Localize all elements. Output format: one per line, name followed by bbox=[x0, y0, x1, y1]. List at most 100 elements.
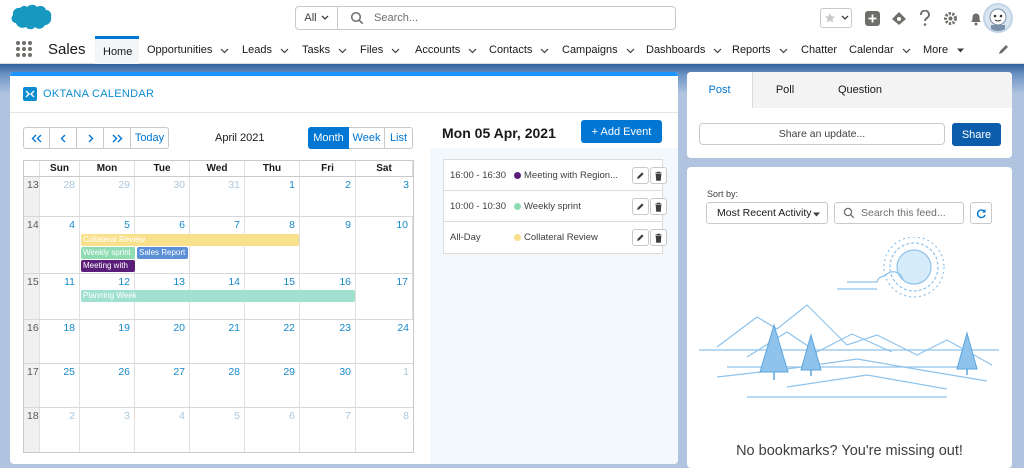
nav-item-home[interactable]: Home bbox=[95, 36, 139, 64]
refresh-feed-button[interactable] bbox=[970, 202, 992, 224]
edit-event-button[interactable] bbox=[632, 198, 649, 215]
trailhead-button[interactable] bbox=[890, 8, 908, 28]
prev-year-button[interactable] bbox=[23, 127, 50, 149]
delete-event-button[interactable] bbox=[650, 229, 667, 246]
day-number[interactable]: 9 bbox=[345, 219, 351, 231]
edit-nav-icon[interactable] bbox=[998, 43, 1010, 55]
day-number[interactable]: 1 bbox=[289, 179, 295, 191]
day-number[interactable]: 21 bbox=[228, 322, 240, 334]
delete-event-button[interactable] bbox=[650, 167, 667, 184]
day-number[interactable]: 30 bbox=[339, 366, 351, 378]
chevron-down-icon[interactable] bbox=[626, 46, 635, 55]
tab-poll[interactable]: Poll bbox=[753, 72, 817, 108]
agenda-item[interactable]: 10:00 - 10:30 Weekly sprint bbox=[444, 191, 667, 222]
day-number[interactable]: 3 bbox=[124, 410, 130, 422]
search-scope-select[interactable]: All bbox=[296, 7, 338, 29]
today-button[interactable]: Today bbox=[131, 127, 169, 149]
caret-down-icon[interactable] bbox=[956, 46, 965, 55]
next-year-button[interactable] bbox=[104, 127, 131, 149]
tab-post[interactable]: Post bbox=[687, 72, 753, 108]
calendar-event[interactable]: Weekly sprint bbox=[81, 247, 135, 259]
nav-item-dashboards[interactable]: Dashboards bbox=[646, 36, 724, 64]
share-button[interactable]: Share bbox=[952, 123, 1001, 146]
nav-item-reports[interactable]: Reports bbox=[732, 36, 793, 64]
day-number[interactable]: 8 bbox=[289, 219, 295, 231]
day-cell[interactable]: 5 bbox=[190, 408, 245, 452]
setup-button[interactable] bbox=[942, 8, 958, 28]
chevron-down-icon[interactable] bbox=[713, 46, 722, 55]
agenda-event-name[interactable]: Weekly sprint bbox=[524, 201, 581, 212]
day-cell[interactable]: 23 bbox=[300, 320, 356, 363]
day-cell[interactable]: 31 bbox=[190, 177, 245, 216]
day-number[interactable]: 23 bbox=[339, 322, 351, 334]
app-launcher-icon[interactable] bbox=[15, 40, 33, 58]
day-number[interactable]: 7 bbox=[234, 219, 240, 231]
prev-month-button[interactable] bbox=[50, 127, 77, 149]
day-cell[interactable]: 1 bbox=[245, 177, 300, 216]
day-number[interactable]: 17 bbox=[396, 276, 408, 288]
next-month-button[interactable] bbox=[77, 127, 104, 149]
edit-event-button[interactable] bbox=[632, 229, 649, 246]
chevron-down-icon[interactable] bbox=[220, 46, 229, 55]
chevron-down-icon[interactable] bbox=[779, 46, 788, 55]
day-number[interactable]: 11 bbox=[64, 276, 75, 288]
day-cell[interactable]: 20 bbox=[135, 320, 190, 363]
day-cell[interactable]: 4 bbox=[135, 408, 190, 452]
day-cell[interactable]: 25 bbox=[40, 364, 80, 407]
month-view-button[interactable]: Month bbox=[308, 127, 349, 149]
day-number[interactable]: 6 bbox=[289, 410, 295, 422]
day-number[interactable]: 15 bbox=[283, 276, 295, 288]
day-number[interactable]: 8 bbox=[403, 410, 409, 422]
add-event-button[interactable]: + Add Event bbox=[581, 120, 662, 143]
nav-item-files[interactable]: Files bbox=[360, 36, 407, 64]
share-update-input[interactable]: Share an update... bbox=[699, 123, 945, 145]
agenda-item[interactable]: 16:00 - 16:30 Meeting with Region... bbox=[444, 160, 667, 191]
nav-item-opportunities[interactable]: Opportunities bbox=[147, 36, 233, 64]
day-number[interactable]: 24 bbox=[397, 322, 409, 334]
day-number[interactable]: 12 bbox=[118, 276, 130, 288]
nav-item-accounts[interactable]: Accounts bbox=[415, 36, 481, 64]
nav-item-calendar[interactable]: Calendar bbox=[849, 36, 915, 64]
salesforce-logo[interactable] bbox=[10, 3, 52, 33]
day-cell[interactable]: 4 bbox=[40, 217, 80, 273]
day-cell[interactable]: 29 bbox=[245, 364, 300, 407]
day-cell[interactable]: 6 bbox=[245, 408, 300, 452]
day-cell[interactable]: 3 bbox=[356, 177, 413, 216]
day-cell[interactable]: 22 bbox=[245, 320, 300, 363]
day-number[interactable]: 28 bbox=[228, 366, 240, 378]
day-number[interactable]: 1 bbox=[403, 366, 409, 378]
day-number[interactable]: 28 bbox=[63, 179, 75, 191]
edit-event-button[interactable] bbox=[632, 167, 649, 184]
day-cell[interactable]: 18 bbox=[40, 320, 80, 363]
day-cell[interactable]: 2 bbox=[40, 408, 80, 452]
day-cell[interactable]: 2 bbox=[300, 177, 356, 216]
day-number[interactable]: 14 bbox=[228, 276, 240, 288]
chevron-down-icon[interactable] bbox=[391, 46, 400, 55]
global-search[interactable]: All Search... bbox=[295, 6, 676, 30]
day-number[interactable]: 3 bbox=[403, 179, 409, 191]
day-number[interactable]: 5 bbox=[234, 410, 240, 422]
tab-question[interactable]: Question bbox=[817, 72, 903, 108]
day-number[interactable]: 22 bbox=[283, 322, 295, 334]
day-number[interactable]: 18 bbox=[63, 322, 75, 334]
calendar-event[interactable]: Collateral Review bbox=[81, 234, 299, 246]
nav-item-chatter[interactable]: Chatter bbox=[801, 36, 841, 64]
day-number[interactable]: 4 bbox=[69, 219, 75, 231]
day-cell[interactable]: 29 bbox=[80, 177, 135, 216]
day-number[interactable]: 20 bbox=[173, 322, 185, 334]
day-number[interactable]: 4 bbox=[179, 410, 185, 422]
day-number[interactable]: 31 bbox=[228, 179, 240, 191]
day-cell[interactable]: 7 bbox=[300, 408, 356, 452]
chevron-down-icon[interactable] bbox=[540, 46, 549, 55]
nav-item-contacts[interactable]: Contacts bbox=[489, 36, 554, 64]
list-view-button[interactable]: List bbox=[385, 127, 413, 149]
notifications-button[interactable] bbox=[968, 8, 984, 28]
day-number[interactable]: 5 bbox=[124, 219, 130, 231]
nav-item-more[interactable]: More bbox=[923, 36, 967, 64]
day-cell[interactable]: 27 bbox=[135, 364, 190, 407]
day-cell[interactable]: 19 bbox=[80, 320, 135, 363]
chevron-down-icon[interactable] bbox=[468, 46, 477, 55]
nav-item-campaigns[interactable]: Campaigns bbox=[562, 36, 638, 64]
day-number[interactable]: 25 bbox=[63, 366, 75, 378]
day-number[interactable]: 6 bbox=[179, 219, 185, 231]
